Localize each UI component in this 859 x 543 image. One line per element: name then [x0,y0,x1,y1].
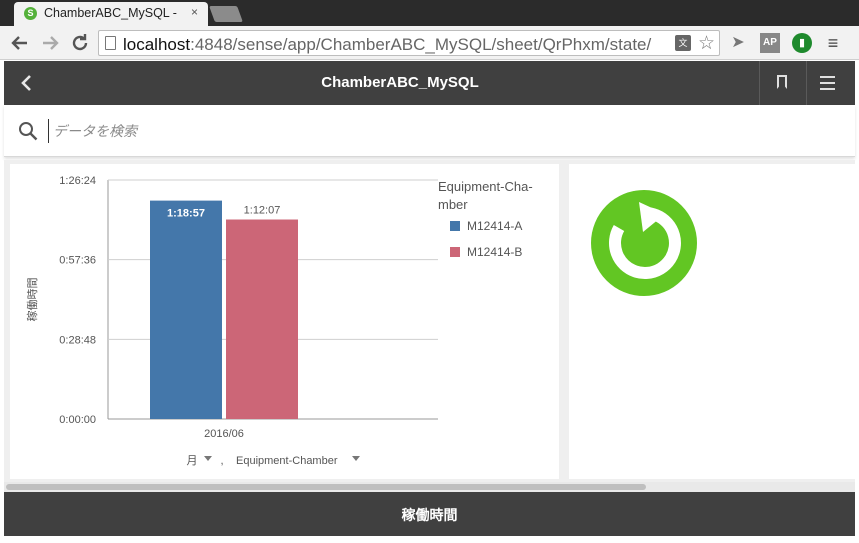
tab-close-icon[interactable]: × [191,5,198,19]
page-icon [105,36,116,50]
browser-tab[interactable]: S ChamberABC_MySQL - × [14,2,208,26]
stats-extension-icon[interactable]: ▮ [792,33,812,53]
bar-chart-panel[interactable]: 0:00:00 0:28:48 0:57:36 1:26:24 稼働時間 1:18:57… [10,164,559,479]
scrollbar-thumb[interactable] [6,484,646,490]
legend-item: M12414-A [467,219,522,233]
y-axis-title: 稼働時間 [25,278,39,322]
search-icon[interactable] [18,121,38,141]
bookmark-icon[interactable] [766,71,798,95]
refresh-circle-icon[interactable] [589,188,699,298]
dropdown-caret-icon [204,456,212,461]
data-label: 1:18:57 [167,208,205,220]
x-dimension-equipment: Equipment-Chamber [236,455,338,467]
legend-title-line2: mber [438,197,468,212]
x-tick-label: 2016/06 [204,428,244,440]
sheet-footer: 稼働時間 [4,492,855,536]
y-tick-label: 0:28:48 [59,334,96,346]
y-tick-label: 1:26:24 [59,175,96,187]
chrome-menu-icon[interactable]: ≡ [823,33,843,53]
header-divider [759,61,760,105]
y-tick-label: 0:00:00 [59,414,96,426]
data-label: 1:12:07 [244,205,281,217]
qlik-favicon-icon: S [24,7,37,20]
horizontal-scrollbar[interactable] [4,482,855,492]
search-input[interactable] [48,119,448,143]
app-header: ChamberABC_MySQL [4,61,855,105]
browser-toolbar: localhost:4848/sense/app/ChamberABC_MySQ… [0,26,859,60]
translate-icon[interactable]: 文 [675,35,691,51]
url-text[interactable]: localhost:4848/sense/app/ChamberABC_MySQ… [123,35,673,55]
sheet-area: 0:00:00 0:28:48 0:57:36 1:26:24 稼働時間 1:18:57… [4,160,855,482]
bar-chart: 0:00:00 0:28:48 0:57:36 1:26:24 稼働時間 1:18:57… [25,175,533,467]
bar-M12414-B [226,219,298,419]
back-arrow-icon[interactable] [8,31,32,55]
legend-swatch [450,221,460,231]
address-bar[interactable]: localhost:4848/sense/app/ChamberABC_MySQ… [98,30,720,56]
legend-title-line1: Equipment-Cha- [438,179,533,194]
footer-label: 稼働時間 [401,507,458,523]
x-dimension-separator: , [220,455,223,467]
search-bar [4,105,855,157]
tab-title: ChamberABC_MySQL - [44,6,177,20]
kpi-panel[interactable] [569,164,855,479]
header-divider [806,61,807,105]
browser-tabstrip: S ChamberABC_MySQL - × [0,0,859,26]
app-title: ChamberABC_MySQL [321,74,479,91]
legend-item: M12414-B [467,245,522,259]
dropdown-caret-icon [352,456,360,461]
hamburger-menu-icon[interactable] [812,71,844,95]
x-dimension-month: 月 [187,455,198,467]
legend-swatch [450,247,460,257]
bar-M12414-A [150,200,222,419]
ap-extension-icon[interactable]: AP [760,33,780,53]
bookmark-star-icon[interactable]: ☆ [698,32,715,55]
new-tab-button[interactable] [209,6,243,22]
reload-icon[interactable] [68,31,92,55]
y-tick-label: 0:57:36 [59,255,96,267]
forward-arrow-icon[interactable] [38,31,62,55]
cursor-extension-icon[interactable]: ➤ [728,33,748,53]
